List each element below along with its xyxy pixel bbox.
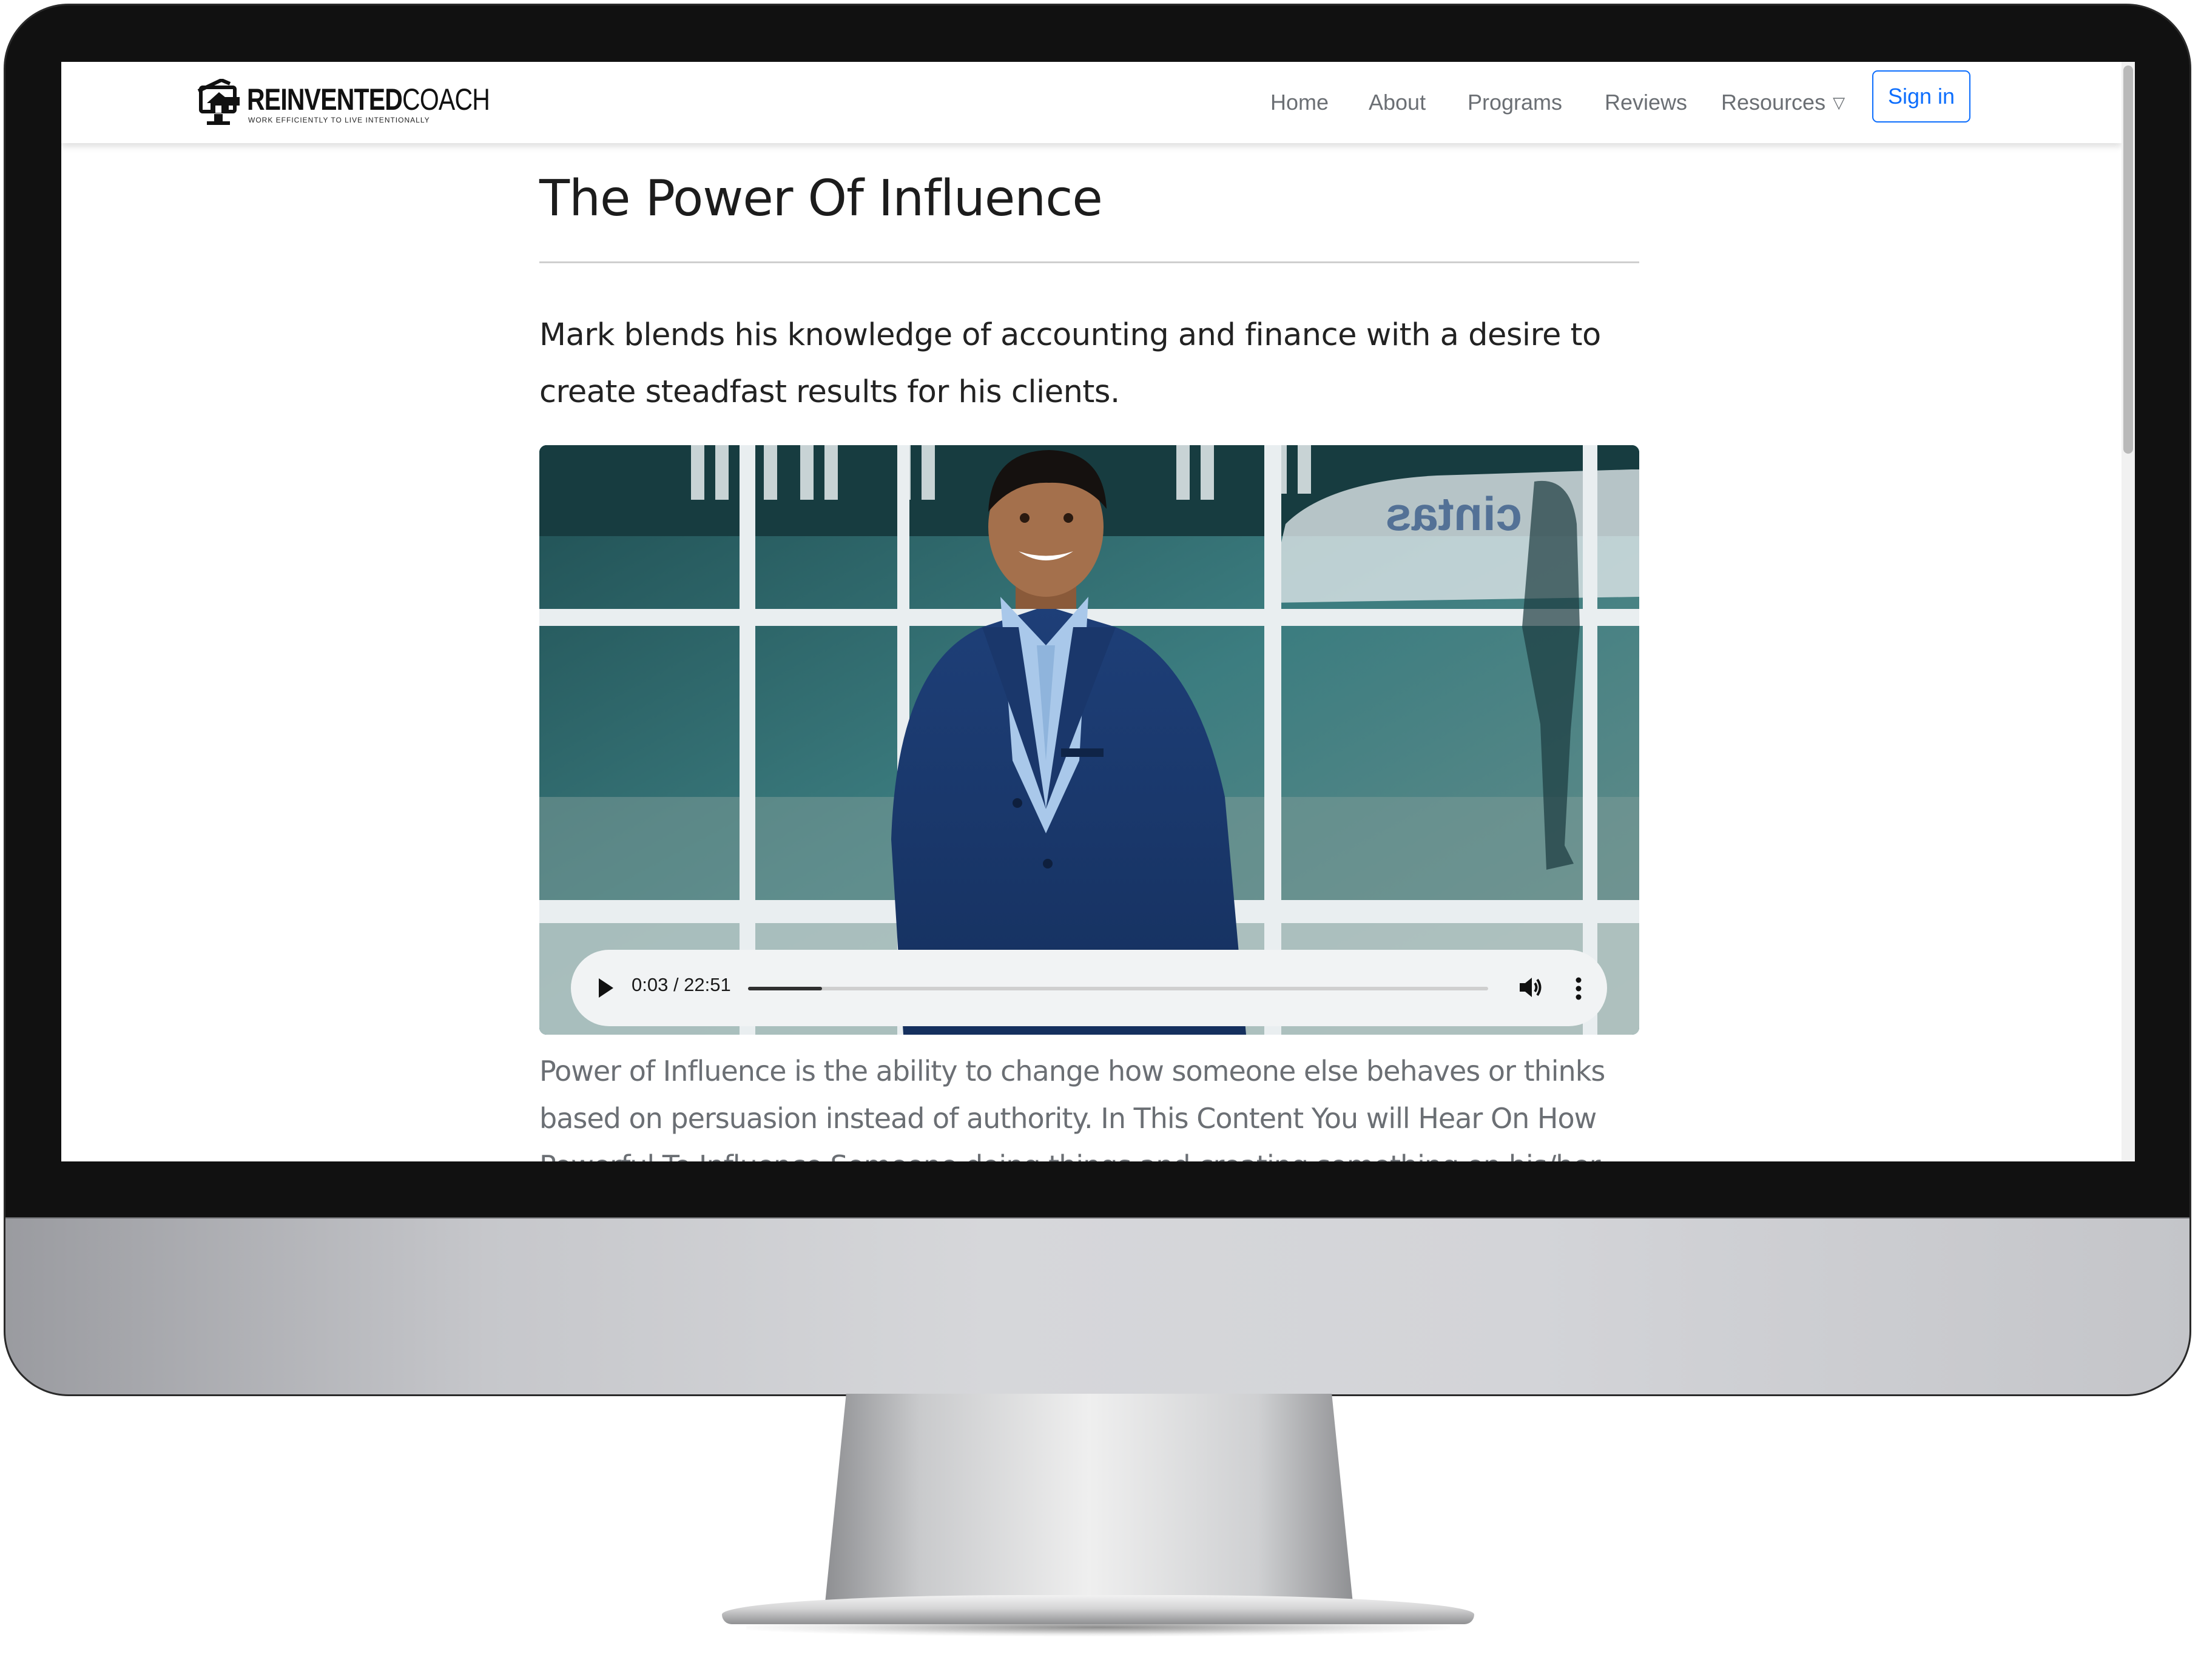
monitor-stand-neck [825,1394,1353,1603]
monitor-chin [5,1217,2189,1394]
description-paragraph: Power of Influence is the ability to cha… [539,1055,1605,1161]
logo-wordmark: REINVENTEDCOACH [247,82,490,116]
monitor-stand-base [722,1595,1474,1624]
progress-fill [748,987,822,990]
video-frame-photo: cintas [539,445,1639,1035]
nav-resources-label: Resources [1721,90,1826,115]
audio-controls[interactable]: 0:03 / 22:51 [571,950,1607,1026]
van-reflection-text: cintas [1386,487,1522,540]
video-player[interactable]: cintas 0:03 / 22:51 [539,445,1639,1035]
logo-house-monitor-icon [197,79,240,125]
progress-slider[interactable] [748,987,1488,990]
play-icon[interactable] [596,977,615,999]
page-title: The Power Of Influence [539,170,1103,227]
playback-time: 0:03 / 22:51 [632,974,731,995]
chevron-down-icon: ▽ [1833,93,1845,112]
volume-icon[interactable] [1517,974,1544,1001]
browser-viewport: REINVENTEDCOACH WORK EFFICIENTLY TO LIVE… [61,62,2135,1161]
nav-link-about[interactable]: About [1369,85,1426,120]
nav-link-reviews[interactable]: Reviews [1605,85,1687,120]
page-scrollbar[interactable] [2122,62,2135,1161]
nav-link-home[interactable]: Home [1270,85,1329,120]
site-navbar: REINVENTEDCOACH WORK EFFICIENTLY TO LIVE… [61,62,2122,143]
nav-dropdown-resources[interactable]: Resources ▽ [1721,85,1845,120]
more-vertical-icon[interactable] [1575,975,1582,1002]
sign-in-button[interactable]: Sign in [1872,70,1970,123]
lead-paragraph: Mark blends his knowledge of accounting … [539,317,1601,410]
scrollbar-thumb[interactable] [2123,66,2133,454]
site-logo[interactable]: REINVENTEDCOACH WORK EFFICIENTLY TO LIVE… [197,76,543,131]
nav-link-programs[interactable]: Programs [1468,85,1562,120]
logo-tagline: WORK EFFICIENTLY TO LIVE INTENTIONALLY [248,116,430,124]
title-divider [539,261,1639,263]
